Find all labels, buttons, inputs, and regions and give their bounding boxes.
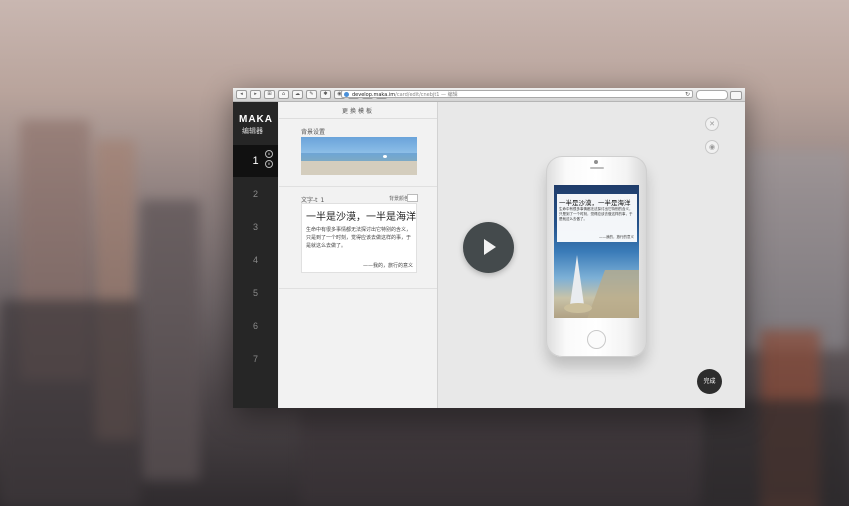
url-host: develop.maka.im	[352, 92, 396, 98]
cloud-button[interactable]: ☁	[292, 90, 303, 99]
address-bar[interactable]: develop.maka.im/card/edit/cnebjt1 — 编辑 ↻	[341, 90, 693, 98]
page-reorder: ∧ ∨	[265, 150, 273, 168]
play-button[interactable]	[463, 222, 514, 273]
screen-coast	[583, 270, 639, 318]
move-up-icon[interactable]: ∧	[265, 150, 273, 158]
reload-icon[interactable]: ↻	[685, 91, 690, 99]
page-number: 5	[252, 288, 258, 298]
thumb-spot	[383, 155, 387, 158]
screen-island	[564, 303, 592, 313]
divider	[279, 186, 437, 187]
page-number: 1	[252, 155, 259, 167]
url-path: /card/edit/cnebjt1 — 编辑	[395, 92, 458, 98]
divider	[279, 118, 437, 119]
background-color-swatch[interactable]	[407, 194, 418, 202]
page-sidebar: MAKA 编辑器 1 ∧ ∨ 2 3 4 5 6 7	[233, 102, 278, 408]
page-item-2[interactable]: 2	[233, 178, 278, 210]
logo: MAKA	[239, 114, 273, 125]
editor-panel: 更换模板 背景设置 文字-t_1 背景颜色 一半是沙漠，一半是海洋 生命中有很多…	[279, 102, 438, 408]
eye-icon[interactable]: ◉	[705, 140, 719, 154]
change-template-button[interactable]: 更换模板	[279, 106, 437, 115]
page-item-4[interactable]: 4	[233, 244, 278, 276]
move-down-icon[interactable]: ∨	[265, 160, 273, 168]
page-number: 2	[252, 189, 258, 199]
phone-home-button	[587, 330, 606, 349]
logo-subtitle: 编辑器	[242, 127, 263, 135]
text-signature[interactable]: ——我的，旅行的意义	[363, 262, 413, 269]
home-button[interactable]: ⌂	[278, 90, 289, 99]
screen-body: 生命中有很多事情都无法探讨出它特别的含义，只是到了一个时刻，觉得应该去做这样的事…	[559, 207, 633, 221]
preview-area: ✕ ◉ 一半是沙漠，一半是海洋 生命中有很多事情都无法探讨出它特别的含义，只是到…	[438, 102, 745, 408]
phone-mockup: 一半是沙漠，一半是海洋 生命中有很多事情都无法探讨出它特别的含义，只是到了一个时…	[546, 156, 647, 357]
page-number: 7	[252, 354, 258, 364]
text-body[interactable]: 生命中有很多事情都无法探讨出它特别的含义，只是到了一个时刻，觉得应该去做这样的事…	[306, 226, 414, 250]
edit-button[interactable]: ✎	[306, 90, 317, 99]
divider	[279, 288, 437, 289]
screen-signature: ——我的，旅行的意义	[599, 235, 634, 239]
background-color-label: 背景颜色	[389, 196, 410, 202]
page-item-7[interactable]: 7	[233, 343, 278, 375]
browser-window: ◂ ▸ ⊞ ⌂ ☁ ✎ ✱ ◉ ⊙ ☐ ⊕ develop.maka.im/ca…	[233, 88, 745, 408]
screen-headline: 一半是沙漠，一半是海洋	[559, 199, 631, 207]
page-number: 3	[252, 222, 258, 232]
sidebar-button[interactable]: ⊞	[264, 90, 275, 99]
background-settings-label: 背景设置	[301, 129, 326, 136]
background-thumbnail[interactable]	[301, 137, 417, 175]
page-item-5[interactable]: 5	[233, 277, 278, 309]
text-headline[interactable]: 一半是沙漠，一半是海洋	[306, 208, 416, 223]
page-item-3[interactable]: 3	[233, 211, 278, 243]
text-editor-card[interactable]: 一半是沙漠，一半是海洋 生命中有很多事情都无法探讨出它特别的含义，只是到了一个时…	[301, 203, 417, 273]
phone-screen: 一半是沙漠，一半是海洋 生命中有很多事情都无法探讨出它特别的含义，只是到了一个时…	[554, 185, 639, 318]
search-input[interactable]	[696, 90, 728, 100]
phone-speaker	[590, 167, 604, 169]
page-number: 6	[252, 321, 258, 331]
play-icon	[484, 239, 496, 255]
page-item-1[interactable]: 1 ∧ ∨	[233, 145, 278, 177]
back-button[interactable]: ◂	[236, 90, 247, 99]
settings-button[interactable]	[730, 91, 742, 100]
page-item-6[interactable]: 6	[233, 310, 278, 342]
forward-button[interactable]: ▸	[250, 90, 261, 99]
screen-tower	[570, 255, 584, 305]
page-number: 4	[252, 255, 258, 265]
thumb-land	[301, 161, 417, 175]
done-button[interactable]: 完成	[697, 369, 722, 394]
extension-button[interactable]: ✱	[320, 90, 331, 99]
browser-toolbar: ◂ ▸ ⊞ ⌂ ☁ ✎ ✱ ◉ ⊙ ☐ ⊕ develop.maka.im/ca…	[233, 88, 745, 102]
close-icon[interactable]: ✕	[705, 117, 719, 131]
phone-camera	[594, 160, 598, 164]
lock-icon	[344, 92, 349, 97]
